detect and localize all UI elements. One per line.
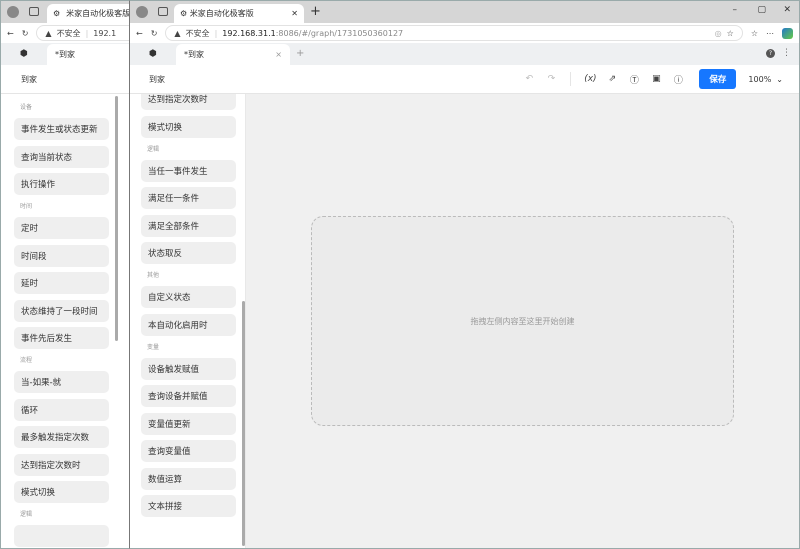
maximize-icon[interactable]: ▢ (757, 5, 766, 15)
warning-icon: ▲ (45, 28, 52, 38)
section-label: 变量 (147, 343, 160, 351)
palette-node[interactable]: 最多触发指定次数 (14, 426, 109, 448)
app-toolbar: 到家 ↶ ↷ (x) ⇗ Ⓣ ▣ ⓘ 保存 100% ⌄ (130, 65, 799, 94)
section-label: 设备 (20, 104, 33, 111)
section-label: 其他 (147, 272, 160, 279)
app-logo-icon: ⬢ (149, 49, 157, 59)
add-app-tab-button[interactable]: + (296, 48, 304, 59)
more-icon[interactable]: ⋯ (766, 29, 774, 38)
close-app-tab-button[interactable]: × (275, 50, 282, 59)
text-icon[interactable]: Ⓣ (623, 73, 645, 86)
tab-actions-icon[interactable] (29, 7, 39, 16)
palette-node[interactable]: 变量值更新 (141, 412, 236, 435)
palette-node[interactable]: 满足全部条件 (141, 214, 236, 237)
site-gear-icon: ⚙ (53, 9, 61, 18)
scrollbar[interactable] (115, 96, 118, 341)
palette-node[interactable] (14, 525, 109, 547)
new-tab-button[interactable]: + (310, 4, 321, 19)
profile-icon[interactable] (136, 6, 148, 18)
favorites-icon[interactable]: ☆ (751, 29, 758, 38)
palette-node[interactable]: 执行操作 (14, 173, 109, 195)
palette-node[interactable]: 事件发生或状态更新 (14, 118, 109, 140)
address-bar: ← ↻ ▲ 不安全 | 192.168.31.1:8086/#/graph/17… (130, 23, 799, 43)
insecure-label: 不安全 (56, 28, 81, 38)
reload-icon[interactable]: ↻ (151, 29, 158, 38)
undo-icon[interactable]: ↶ (518, 74, 540, 84)
menu-kebab-icon[interactable]: ⋮ (782, 48, 791, 58)
scrollbar[interactable] (242, 301, 245, 546)
back-icon[interactable]: ← (7, 29, 14, 38)
palette-node[interactable]: 数值运算 (141, 467, 236, 490)
palette-node[interactable]: 查询当前状态 (14, 145, 109, 168)
close-window-icon[interactable]: ✕ (783, 5, 791, 15)
palette-node[interactable]: 事件先后发生 (14, 327, 109, 349)
palette-node[interactable]: 当任一事件发生 (141, 159, 236, 182)
export-icon[interactable]: ⇗ (601, 74, 623, 84)
profile-icon[interactable] (7, 6, 19, 18)
url-path: :8086/#/graph/1731050360127 (275, 28, 404, 38)
app-tab[interactable]: *到家 × (176, 44, 290, 65)
palette-node[interactable]: 达到指定次数时 (14, 453, 109, 476)
chevron-down-icon[interactable]: ⌄ (776, 75, 783, 84)
section-label: 流程 (20, 357, 33, 364)
note-icon[interactable]: ▣ (645, 74, 667, 84)
palette-node[interactable]: 文本拼接 (141, 495, 236, 517)
insecure-label: 不安全 (185, 28, 210, 38)
save-button[interactable]: 保存 (699, 69, 737, 89)
tab-actions-icon[interactable] (158, 7, 168, 16)
palette-node[interactable]: 状态取反 (141, 242, 236, 264)
drop-zone[interactable]: 拖拽左侧内容至这里开始创建 (311, 216, 734, 426)
palette-node[interactable]: 当-如果-就 (14, 371, 109, 393)
copilot-icon[interactable] (782, 27, 793, 39)
url-text: 192.1 (93, 28, 117, 38)
redo-icon[interactable]: ↷ (540, 74, 562, 84)
minimize-icon[interactable]: – (733, 5, 738, 15)
palette-node[interactable]: 查询设备并赋值 (141, 385, 236, 407)
flow-canvas[interactable]: 拖拽左侧内容至这里开始创建 (246, 94, 799, 548)
tab-title: 米家自动化极客版 (189, 9, 254, 18)
browser-tab[interactable]: ⚙ 米家自动化极客版 ✕ (174, 4, 304, 23)
back-icon[interactable]: ← (136, 29, 143, 38)
page-name: 到家 (149, 74, 165, 84)
section-label: 时间 (20, 203, 33, 210)
palette-node[interactable]: 循环 (14, 398, 109, 421)
palette-node[interactable]: 模式切换 (141, 115, 236, 138)
node-palette: 设备事件发生或状态更新 查询当前状态 执行操作时间定时时间段延时状态维持了一段时间事… (1, 94, 119, 548)
site-gear-icon: ⚙ (180, 9, 188, 18)
url-field[interactable]: ▲ 不安全 | 192.168.31.1:8086/#/graph/173105… (165, 25, 743, 41)
section-label: 逻辑 (147, 145, 160, 153)
palette-node[interactable]: 设备触发赋值 (141, 357, 236, 380)
palette-node[interactable]: 查询变量值 (141, 440, 236, 462)
close-tab-icon[interactable]: ✕ (291, 9, 298, 18)
palette-node[interactable]: 本自动化启用时 (141, 313, 236, 336)
palette-node[interactable]: 满足任一条件 (141, 187, 236, 209)
section-label: 逻辑 (20, 511, 33, 518)
url-host: 192.168.31.1 (222, 28, 276, 38)
variables-button[interactable]: (x) (579, 74, 601, 84)
tab-strip: ⚙ 米家自动化极客版 ✕ + – ▢ ✕ (130, 1, 799, 23)
palette-node[interactable]: 定时 (14, 217, 109, 239)
drop-zone-hint: 拖拽左侧内容至这里开始创建 (470, 316, 575, 326)
palette-node[interactable]: 自定义状态 (141, 286, 236, 308)
translate-icon[interactable]: ◎ (715, 29, 722, 38)
help-icon[interactable]: ? (766, 49, 775, 58)
warning-icon: ▲ (174, 28, 181, 38)
browser-window: ⚙ 米家自动化极客版 ✕ + – ▢ ✕ ← ↻ ▲ 不安全 | 192.168… (129, 0, 800, 549)
app-tab-title: *到家 (55, 50, 75, 59)
favorite-star-icon[interactable]: ☆ (727, 29, 734, 38)
app-tab-title: *到家 (184, 50, 204, 59)
app-logo-icon: ⬢ (20, 49, 28, 59)
palette-node[interactable]: 延时 (14, 272, 109, 294)
reload-icon[interactable]: ↻ (22, 29, 29, 38)
app-tab-strip: ⬢ *到家 × + ? ⋮ (130, 43, 799, 65)
tab-title: 米家自动化极客版 (66, 9, 131, 18)
palette-node[interactable]: 达到指定次数时 (141, 94, 236, 110)
node-palette: 达到指定次数时模式切换逻辑当任一事件发生 满足任一条件 满足全部条件 状态取反其他自定… (130, 94, 246, 548)
info-icon[interactable]: ⓘ (667, 73, 689, 86)
palette-node[interactable]: 状态维持了一段时间 (14, 299, 109, 322)
zoom-select[interactable]: 100% (748, 75, 771, 84)
palette-node[interactable]: 模式切换 (14, 481, 109, 503)
palette-node[interactable]: 时间段 (14, 244, 109, 267)
page-name: 到家 (21, 74, 37, 84)
